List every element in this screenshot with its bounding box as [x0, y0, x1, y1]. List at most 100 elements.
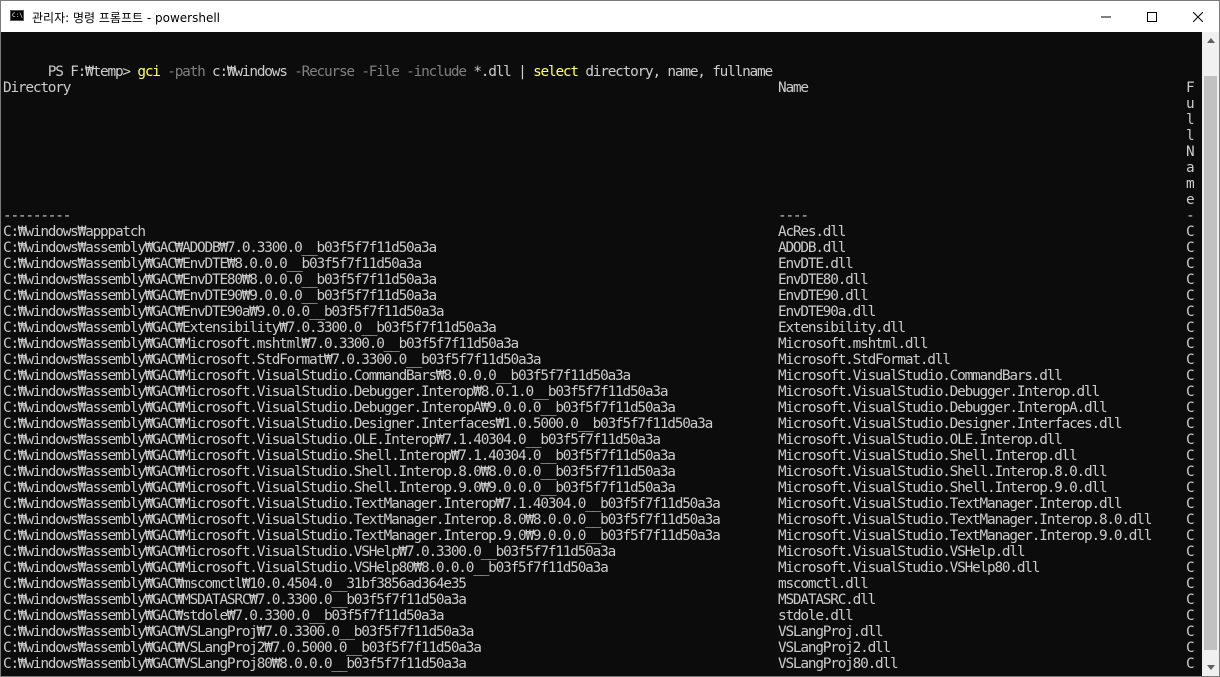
scroll-down-button[interactable] — [1202, 659, 1219, 676]
row-fullname: C — [1186, 512, 1195, 528]
row-name: Microsoft.VisualStudio.Debugger.Interop.… — [778, 384, 1100, 400]
row-name: VSLangProj2.dll — [778, 640, 891, 656]
command-select: select — [533, 64, 579, 80]
row-name: VSLangProj80.dll — [778, 656, 899, 672]
arg-include: *.dll — [473, 64, 512, 80]
divider-directory: --------- — [3, 208, 71, 224]
row-fullname: C — [1186, 400, 1195, 416]
row-directory: C:₩windows₩assembly₩GAC₩EnvDTE90a₩9.0.0.… — [3, 304, 445, 320]
header-line: Directory Name — [3, 80, 809, 96]
row-name: Microsoft.VisualStudio.VSHelp80.dll — [778, 560, 1040, 576]
row-directory: C:₩windows₩assembly₩GAC₩VSLangProj2₩7.0.… — [3, 640, 482, 656]
row-directory: C:₩windows₩assembly₩GAC₩Microsoft.Visual… — [3, 512, 721, 528]
row-name: Microsoft.VisualStudio.VSHelp.dll — [778, 544, 1026, 560]
window-title: 관리자: 명령 프롬프트 - powershell — [32, 11, 220, 25]
row-directory: C:₩windows₩assembly₩GAC₩Microsoft.Visual… — [3, 528, 721, 544]
scroll-down-icon — [1206, 665, 1215, 670]
row-directory: C:₩windows₩assembly₩GAC₩Microsoft.Visual… — [3, 480, 676, 496]
pipe-operator: | — [518, 64, 527, 80]
param-path: -path — [167, 64, 206, 80]
row-fullname: C — [1186, 384, 1195, 400]
row-name: Microsoft.VisualStudio.TextManager.Inter… — [778, 528, 1152, 544]
row-name: Extensibility.dll — [778, 320, 906, 336]
param-recurse: -Recurse — [294, 64, 355, 80]
powershell-window: C:\ 관리자: 명령 프롬프트 - powershell PS F:₩temp… — [0, 0, 1220, 677]
row-directory: C:₩windows₩assembly₩GAC₩Microsoft.Visual… — [3, 432, 661, 448]
param-include: -include — [406, 64, 467, 80]
cmd-app-icon[interactable]: C:\ — [10, 10, 24, 21]
minimize-button[interactable] — [1083, 1, 1129, 32]
row-directory: C:₩windows₩assembly₩GAC₩EnvDTE90₩9.0.0.0… — [3, 288, 437, 304]
row-name: Microsoft.VisualStudio.Shell.Interop.dll — [778, 448, 1078, 464]
row-name: EnvDTE80.dll — [778, 272, 869, 288]
row-fullname: C — [1186, 272, 1195, 288]
row-fullname: C — [1186, 416, 1195, 432]
row-name: Microsoft.VisualStudio.OLE.Interop.dll — [778, 432, 1063, 448]
row-fullname: C — [1186, 304, 1195, 320]
maximize-button[interactable] — [1129, 1, 1175, 32]
param-file: -File — [361, 64, 400, 80]
divider-line: --------- ---- - — [3, 208, 1195, 224]
row-name: Microsoft.VisualStudio.Debugger.InteropA… — [778, 400, 1108, 416]
row-directory: C:₩windows₩assembly₩GAC₩Extensibility₩7.… — [3, 320, 497, 336]
row-name: Microsoft.VisualStudio.CommandBars.dll — [778, 368, 1063, 384]
row-directory: C:₩windows₩assembly₩GAC₩Microsoft.Visual… — [3, 464, 676, 480]
row-fullname: C — [1186, 352, 1195, 368]
arg-path: c:₩windows — [212, 64, 288, 80]
scrollbar-thumb[interactable] — [1204, 76, 1217, 650]
row-directory: C:₩windows₩apppatch — [3, 224, 146, 240]
close-button[interactable] — [1175, 1, 1220, 32]
row-fullname: C — [1186, 544, 1195, 560]
row-fullname: C — [1186, 640, 1195, 656]
divider-fullname: - — [1186, 208, 1195, 224]
row-directory: C:₩windows₩assembly₩GAC₩Microsoft.Visual… — [3, 368, 631, 384]
row-fullname: C — [1186, 240, 1195, 256]
row-directory: C:₩windows₩assembly₩GAC₩Microsoft.StdFor… — [3, 352, 542, 368]
row-directory: C:₩windows₩assembly₩GAC₩Microsoft.Visual… — [3, 448, 676, 464]
row-name: Microsoft.StdFormat.dll — [778, 352, 951, 368]
prompt: PS F:₩temp> — [47, 64, 138, 80]
row-directory: C:₩windows₩assembly₩GAC₩stdole₩7.0.3300.… — [3, 608, 445, 624]
row-fullname: C — [1186, 592, 1195, 608]
row-directory: C:₩windows₩assembly₩GAC₩MSDATASRC₩7.0.33… — [3, 592, 467, 608]
row-directory: C:₩windows₩assembly₩GAC₩ADODB₩7.0.3300.0… — [3, 240, 437, 256]
header-fullname-vertical: F u l l N a m e — [1186, 80, 1195, 208]
row-fullname: C — [1186, 256, 1195, 272]
row-name: EnvDTE90a.dll — [778, 304, 876, 320]
header-name: Name — [778, 80, 809, 96]
row-name: ADODB.dll — [778, 240, 846, 256]
row-directory: C:₩windows₩assembly₩GAC₩mscomctl₩10.0.45… — [3, 576, 467, 592]
row-directory: C:₩windows₩assembly₩GAC₩Microsoft.Visual… — [3, 544, 616, 560]
vertical-scrollbar[interactable] — [1202, 32, 1219, 676]
row-fullname: C — [1186, 224, 1195, 240]
row-fullname: C — [1186, 288, 1195, 304]
row-fullname: C — [1186, 336, 1195, 352]
row-name: EnvDTE.dll — [778, 256, 854, 272]
row-directory: C:₩windows₩assembly₩GAC₩VSLangProj80₩8.0… — [3, 656, 467, 672]
row-fullname: C — [1186, 576, 1195, 592]
row-fullname: C — [1186, 320, 1195, 336]
row-name: Microsoft.VisualStudio.Shell.Interop.8.0… — [778, 464, 1108, 480]
row-name: Microsoft.VisualStudio.TextManager.Inter… — [778, 512, 1152, 528]
row-name: Microsoft.VisualStudio.TextManager.Inter… — [778, 496, 1123, 512]
row-fullname: C — [1186, 448, 1195, 464]
row-fullname: C — [1186, 608, 1195, 624]
row-directory: C:₩windows₩assembly₩GAC₩Microsoft.Visual… — [3, 416, 713, 432]
row-fullname: C — [1186, 432, 1195, 448]
row-name: Microsoft.VisualStudio.Shell.Interop.9.0… — [778, 480, 1108, 496]
command-line: PS F:₩temp> gci -path c:₩windows -Recurs… — [3, 48, 773, 80]
row-fullname: C — [1186, 496, 1195, 512]
title-bar[interactable]: C:\ 관리자: 명령 프롬프트 - powershell — [1, 1, 1219, 32]
row-directory: C:₩windows₩assembly₩GAC₩Microsoft.mshtml… — [3, 336, 519, 352]
row-fullname: C — [1186, 560, 1195, 576]
minimize-icon — [1101, 16, 1111, 17]
close-icon — [1193, 11, 1203, 22]
row-name: VSLangProj.dll — [778, 624, 884, 640]
row-directory: C:₩windows₩assembly₩GAC₩EnvDTE80₩8.0.0.0… — [3, 272, 437, 288]
console-output[interactable]: PS F:₩temp> gci -path c:₩windows -Recurs… — [1, 32, 1202, 676]
row-directory: C:₩windows₩assembly₩GAC₩Microsoft.Visual… — [3, 496, 721, 512]
row-name: Microsoft.VisualStudio.Designer.Interfac… — [778, 416, 1123, 432]
row-fullname: C — [1186, 528, 1195, 544]
row-name: stdole.dll — [778, 608, 854, 624]
scroll-up-button[interactable] — [1202, 32, 1219, 49]
